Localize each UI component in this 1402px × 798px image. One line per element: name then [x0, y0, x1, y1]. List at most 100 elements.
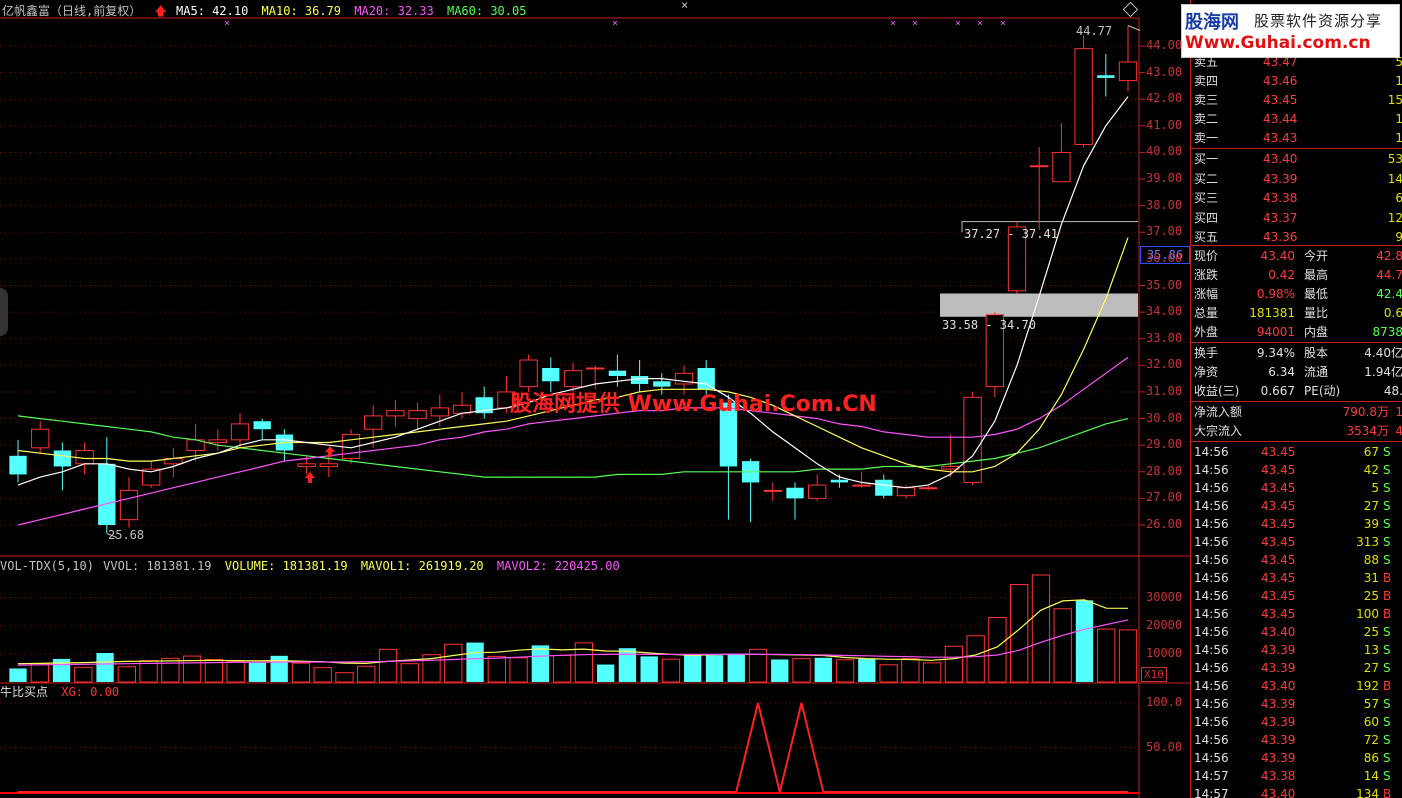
flow-row: 大宗流入 3534万 4	[1191, 422, 1402, 440]
tick-row: 14:56 43.40 25 S	[1191, 623, 1402, 641]
bid-row: 买四 43.37 12	[1191, 209, 1402, 227]
logo-url: Www.Guhai.com.cn	[1185, 33, 1371, 53]
tick-direction: S	[1383, 481, 1391, 495]
volume-bar-down	[466, 642, 484, 682]
signal-x-marker: ×	[955, 18, 961, 29]
candle-body-down	[53, 450, 72, 467]
info-value: 94001	[1256, 325, 1295, 339]
indicator-name[interactable]: 牛比买点	[0, 685, 48, 699]
xg-signal-line	[18, 702, 1128, 793]
info-row: 涨跌 0.42 最高 44.7	[1191, 266, 1402, 284]
volume-axis-label: 30000	[1146, 589, 1183, 604]
info-value: 0.42	[1268, 268, 1295, 282]
tick-price: 43.40	[1261, 787, 1296, 798]
volume-bar-up	[1097, 628, 1116, 683]
tick-direction: S	[1383, 553, 1391, 567]
tick-direction: S	[1383, 733, 1391, 747]
vol-indicator-name[interactable]: VOL-TDX(5,10)	[0, 559, 94, 573]
info-row: 收益(三) 0.667 PE(动) 48.	[1191, 382, 1402, 400]
logo-brand: 股海网	[1185, 12, 1239, 33]
volume-bar-up	[487, 655, 506, 683]
side-panel-handle[interactable]	[0, 288, 8, 336]
price-axis-label: 39.00	[1146, 171, 1183, 186]
info-value: 42.8	[1376, 249, 1402, 263]
volume-bar-down	[705, 655, 724, 682]
info-value: 0.6	[1383, 306, 1402, 320]
tick-time: 14:57	[1194, 787, 1229, 798]
info-label: 总量	[1194, 306, 1219, 320]
bid-price: 43.38	[1263, 191, 1298, 205]
bid-price: 43.37	[1263, 210, 1298, 225]
tick-volume: 5	[1371, 481, 1379, 495]
ma60-label: MA60: 30.05	[446, 4, 527, 18]
price-axis-label: 33.00	[1146, 330, 1183, 345]
bid-label: 买二	[1194, 171, 1219, 186]
volume-bar-down	[684, 654, 702, 682]
candle-body-up	[364, 415, 383, 430]
tick-direction: B	[1383, 571, 1392, 585]
volume-bar-down	[618, 648, 637, 682]
tick-volume: 134	[1356, 787, 1379, 798]
tick-row: 14:56 43.45 88 S	[1191, 551, 1402, 569]
tick-row: 14:56 43.39 27 S	[1191, 659, 1402, 677]
flow-label: 大宗流入	[1194, 424, 1243, 438]
volume-bar-down	[814, 657, 832, 682]
info-label: 内盘	[1304, 325, 1329, 339]
bid-label: 买一	[1194, 152, 1219, 166]
info-row: 现价 43.40 今开 42.8	[1191, 247, 1402, 265]
candle-body-up	[896, 487, 916, 497]
candle-body-down	[786, 487, 804, 499]
chart-header: 亿帆鑫富（日线,前复权） 🡅 MA5: 42.10 MA10: 36.79 MA…	[2, 3, 532, 19]
tick-row: 14:56 43.45 27 S	[1191, 497, 1402, 515]
tick-volume: 192	[1356, 679, 1379, 693]
candle-body-up	[586, 367, 605, 370]
volume-bar-down	[531, 645, 550, 682]
tick-time: 14:56	[1194, 625, 1229, 639]
quote-divider	[1191, 148, 1402, 149]
bid-volume: 12	[1387, 210, 1402, 225]
tick-volume: 313	[1356, 535, 1379, 549]
ask-label: 卖二	[1194, 112, 1219, 126]
volume-bar-up	[966, 635, 985, 683]
candle-body-up	[919, 487, 938, 490]
tick-time: 14:56	[1194, 445, 1229, 459]
candle-body-down	[875, 479, 893, 496]
price-axis-label: 35.00	[1146, 277, 1183, 292]
tick-direction: B	[1383, 787, 1392, 798]
bid-row: 买一 43.40 53	[1191, 150, 1402, 168]
tick-direction: S	[1383, 535, 1391, 549]
info-label: 最低	[1304, 287, 1329, 301]
tick-row: 14:57 43.40 134 B	[1191, 785, 1402, 798]
candle-body-up	[297, 463, 316, 467]
tick-volume: 25	[1363, 589, 1379, 603]
mavol2-label: MAVOL2: 220425.00	[496, 559, 620, 573]
bid-volume: 9	[1395, 228, 1402, 246]
bid-volume: 14	[1387, 171, 1402, 186]
info-label: 流通	[1304, 365, 1329, 379]
volume-bar-down	[96, 652, 114, 682]
info-value: 4.40亿	[1364, 346, 1402, 360]
volume-bar-up	[552, 655, 572, 683]
close-icon[interactable]: ×	[681, 0, 688, 11]
xg-label: XG: 0.00	[61, 685, 120, 699]
ask-row: 卖三 43.45 15	[1191, 91, 1402, 109]
bid-row: 买二 43.39 14	[1191, 170, 1402, 188]
ma5-label: MA5: 42.10	[176, 4, 249, 18]
tick-time: 14:56	[1194, 481, 1229, 495]
indicator-axis-label: 50.00	[1146, 739, 1183, 754]
tick-time: 14:56	[1194, 463, 1229, 477]
tick-direction: S	[1383, 661, 1391, 675]
tick-time: 14:56	[1194, 499, 1229, 513]
bid-row: 买五 43.36 9	[1191, 228, 1402, 246]
volume-bar-up	[1010, 584, 1029, 683]
bid-label: 买四	[1194, 210, 1219, 225]
bid-volume: 53	[1387, 152, 1402, 166]
price-axis-label: 30.00	[1146, 410, 1183, 425]
price-axis-label: 26.00	[1146, 517, 1183, 531]
volume-bar-up	[313, 667, 332, 683]
flow-extra: 4	[1395, 422, 1402, 440]
tick-time: 14:56	[1194, 697, 1229, 711]
flow-label: 净流入额	[1194, 405, 1243, 419]
tick-time: 14:56	[1194, 589, 1229, 603]
volume-axis-label: 20000	[1146, 617, 1183, 632]
